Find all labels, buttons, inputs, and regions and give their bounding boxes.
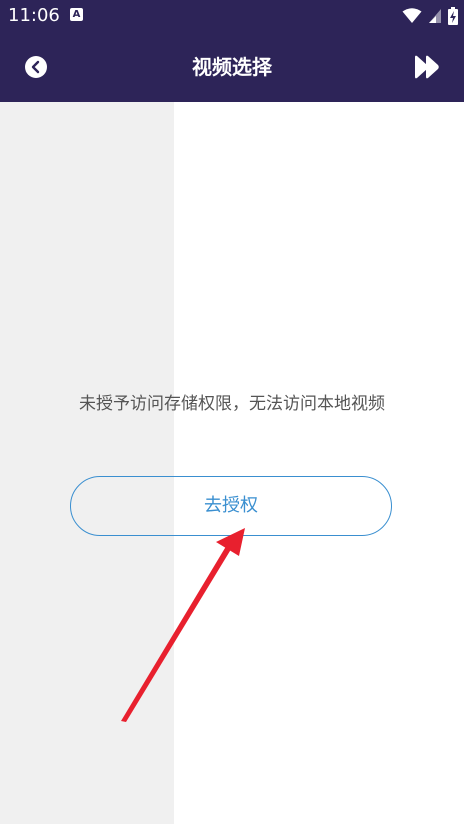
left-panel: [0, 102, 174, 824]
notification-app-icon: A: [70, 8, 83, 21]
permission-message: 未授予访问存储权限，无法访问本地视频: [79, 394, 385, 414]
status-time: 11:06: [8, 5, 60, 26]
content-area: 未授予访问存储权限，无法访问本地视频 去授权: [0, 102, 464, 824]
fast-forward-icon: [415, 55, 439, 79]
cell-signal-icon: [429, 9, 441, 23]
wifi-icon: [402, 8, 422, 23]
chevron-left-circle-icon: [25, 56, 47, 78]
status-icons: [402, 6, 458, 26]
page-title: 视频选择: [192, 55, 272, 79]
battery-charging-icon: [448, 7, 458, 25]
status-bar: 11:06 A: [0, 0, 464, 32]
skip-button[interactable]: [413, 54, 441, 80]
back-button[interactable]: [24, 55, 48, 79]
app-header: 视频选择: [0, 32, 464, 102]
grant-permission-button[interactable]: 去授权: [70, 476, 392, 536]
